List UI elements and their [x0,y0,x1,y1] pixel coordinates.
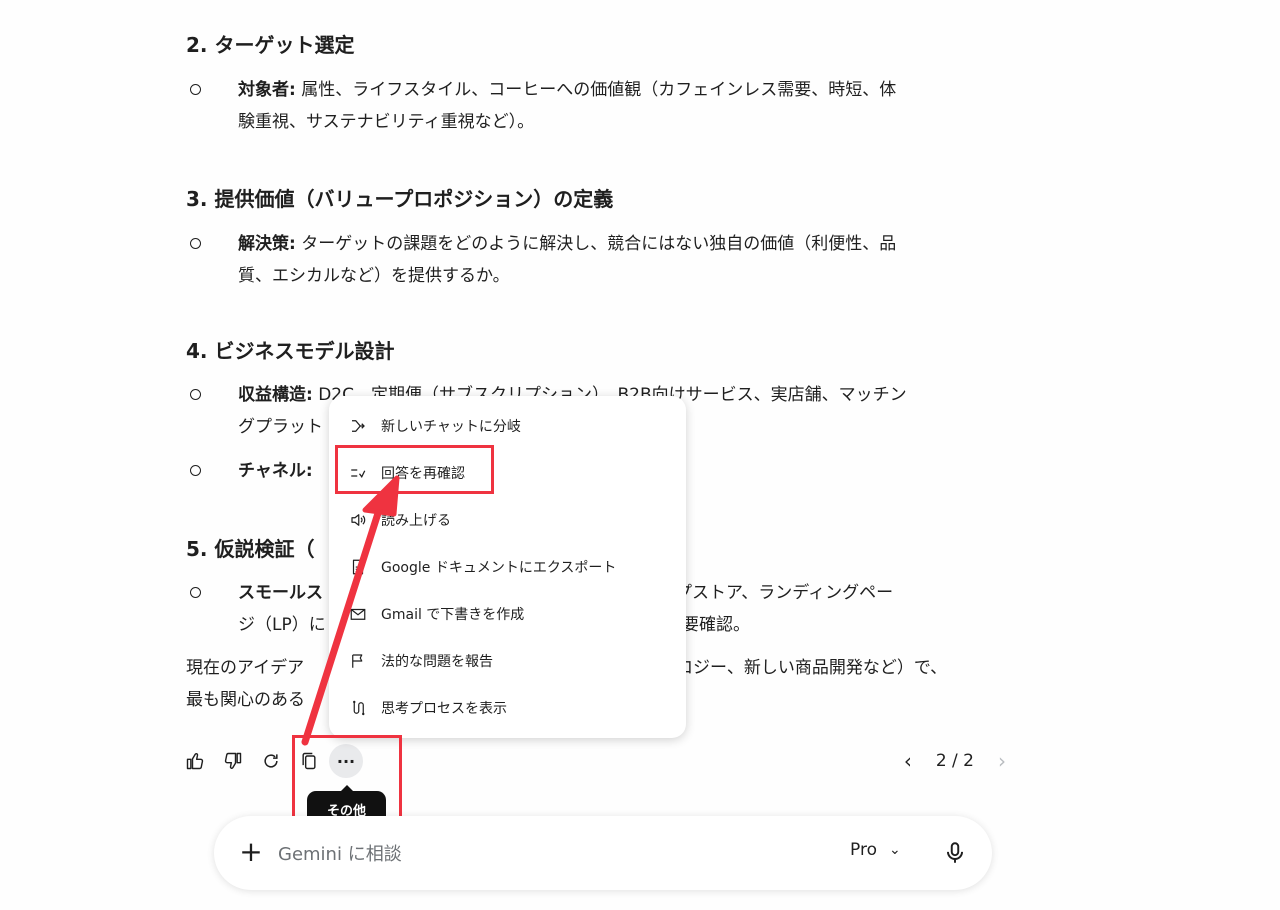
section-title: 5. 仮説検証（ [186,537,315,561]
response-pager: ‹ 2 / 2 › [894,744,1016,778]
model-selector[interactable]: Pro ⌄ [850,840,901,860]
branch-icon [347,415,369,437]
model-label: Pro [850,840,877,860]
section-title: 2. ターゲット選定 [186,33,355,57]
bullet-marker [190,465,201,476]
closing-text: 最も関心のある [186,690,305,710]
menu-item-branch[interactable]: 新しいチャットに分岐 [329,402,686,449]
bullet-label: チャネル: [238,461,313,481]
regenerate-button[interactable] [254,744,288,778]
add-button[interactable]: + [236,838,266,868]
menu-item-report-legal[interactable]: 法的な問題を報告 [329,637,686,684]
bullet-text: ジ（LP）に [238,615,326,635]
section-title: 4. ビジネスモデル設計 [186,339,395,363]
section-title: 3. 提供価値（バリュープロポジション）の定義 [186,187,614,211]
bullet-marker [190,587,201,598]
thinking-icon [347,697,369,719]
speaker-icon [347,509,369,531]
bullet-text: 属性、ライフスタイル、コーヒーへの価値観（カフェインレス需要、時短、体 [295,80,897,100]
bullet-marker [190,389,201,400]
menu-item-export-docs[interactable]: Google ドキュメントにエクスポート [329,543,686,590]
chevron-down-icon: ⌄ [888,842,901,858]
thumbs-up-icon [186,753,204,770]
bullet-text: 要確認。 [682,615,750,635]
bullet-marker [190,238,201,249]
menu-item-label: 読み上げる [381,512,451,529]
mail-icon [347,603,369,625]
bullet-label: 対象者: [238,80,296,100]
microphone-icon [946,842,964,863]
prev-response-button[interactable]: ‹ [894,747,922,775]
bullet-text: ターゲットの課題をどのように解決し、競合にはない独自の価値（利便性、品 [295,234,897,254]
thumbs-up-button[interactable] [178,744,212,778]
thumbs-down-button[interactable] [216,744,250,778]
menu-item-label: Google ドキュメントにエクスポート [381,559,617,576]
menu-item-label: 新しいチャットに分岐 [381,418,521,435]
menu-item-show-thinking[interactable]: 思考プロセスを表示 [329,684,686,731]
gemini-chat-page: 2. ターゲット選定 対象者: 属性、ライフスタイル、コーヒーへの価値観（カフェ… [0,0,1280,910]
prompt-input[interactable]: Gemini に相談 [278,840,402,866]
flag-icon [347,650,369,672]
next-response-button[interactable]: › [988,747,1016,775]
list-item: 解決策: ターゲットの課題をどのように解決し、競合にはない独自の価値（利便性、品… [186,228,1016,292]
bullet-text: 験重視、サステナビリティ重視など）。 [238,112,535,132]
thumbs-down-icon [224,752,242,769]
menu-item-label: 法的な問題を報告 [381,653,493,670]
menu-item-read-aloud[interactable]: 読み上げる [329,496,686,543]
highlight-box-double-check [335,445,494,494]
closing-text: ロジー、新しい商品開発など）で、 [676,658,948,678]
bullet-label: 収益構造: [238,385,313,405]
microphone-button[interactable] [942,840,968,866]
menu-item-label: 思考プロセスを表示 [381,700,507,717]
bullet-marker [190,84,201,95]
bullet-label: 解決策: [238,234,296,254]
document-icon [347,556,369,578]
menu-item-label: Gmail で下書きを作成 [381,606,525,623]
refresh-icon [264,754,278,768]
bullet-text: グプラット [238,417,323,437]
menu-item-gmail-draft[interactable]: Gmail で下書きを作成 [329,590,686,637]
prompt-input-bar: + Gemini に相談 Pro ⌄ [214,816,992,890]
closing-text: 現在のアイデア [186,658,305,678]
pager-count: 2 / 2 [935,751,974,771]
bullet-label: スモールス [238,583,323,603]
bullet-text: 質、エシカルなど）を提供するか。 [238,266,510,286]
list-item: 対象者: 属性、ライフスタイル、コーヒーへの価値観（カフェインレス需要、時短、体… [186,74,1016,138]
